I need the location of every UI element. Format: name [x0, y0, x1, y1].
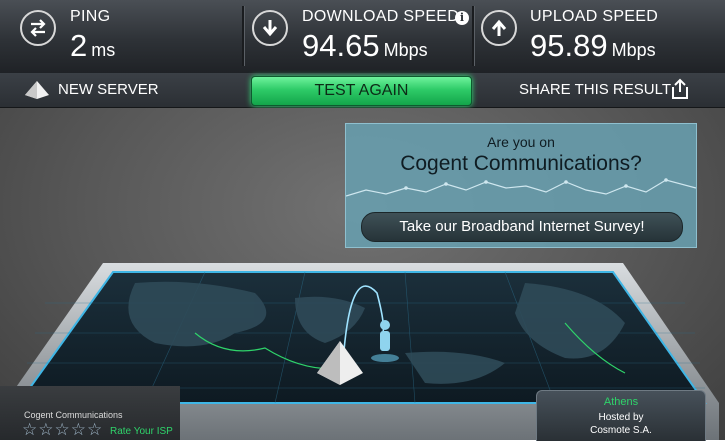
ping-value: 2 ms: [70, 28, 115, 64]
download-arrow-icon: [252, 10, 288, 46]
survey-question-line2: Cogent Communications?: [400, 152, 642, 175]
share-result-button[interactable]: SHARE THIS RESULT: [515, 78, 695, 102]
download-label: DOWNLOAD SPEED: [302, 8, 460, 25]
download-number: 94.65: [302, 28, 380, 63]
server-panel: Athens Hosted by Cosmote S.A.: [536, 390, 706, 441]
survey-button[interactable]: Take our Broadband Internet Survey!: [361, 212, 683, 242]
share-icon: [672, 78, 688, 99]
new-server-button[interactable]: NEW SERVER: [20, 78, 160, 102]
hosted-by-label: Hosted by: [598, 412, 644, 423]
divider: [242, 6, 245, 66]
rate-isp-link[interactable]: Rate Your ISP: [110, 426, 173, 437]
test-again-button[interactable]: TEST AGAIN: [251, 76, 472, 106]
upload-arrow-icon: [481, 10, 517, 46]
survey-panel: Are you on Cogent Communications? Take o…: [345, 123, 697, 248]
ping-arrows-icon: [20, 10, 56, 46]
info-icon[interactable]: i: [455, 11, 469, 25]
survey-question-line1: Are you on: [487, 134, 555, 150]
upload-value: 95.89 Mbps: [530, 28, 656, 64]
new-server-label: NEW SERVER: [58, 81, 159, 98]
ping-label: PING: [70, 8, 111, 25]
pyramid-icon: [25, 81, 49, 99]
upload-number: 95.89: [530, 28, 608, 63]
upload-label: UPLOAD SPEED: [530, 8, 659, 25]
isp-rating-stars[interactable]: ☆☆☆☆☆: [22, 420, 103, 440]
divider: [472, 6, 475, 66]
server-host: Cosmote S.A.: [590, 425, 652, 436]
results-bar: PING 2 ms DOWNLOAD SPEED i 94.65 Mbps UPLO…: [0, 0, 725, 74]
download-unit: Mbps: [383, 40, 428, 60]
survey-sparkline: [346, 178, 696, 197]
ping-number: 2: [70, 28, 88, 63]
isp-panel: Cogent Communications ☆☆☆☆☆ Rate Your IS…: [0, 386, 180, 440]
isp-name: Cogent Communications: [24, 410, 123, 420]
upload-unit: Mbps: [611, 40, 656, 60]
share-label: SHARE THIS RESULT: [519, 81, 671, 98]
server-city: Athens: [603, 396, 639, 408]
ping-unit: ms: [91, 40, 116, 60]
download-value: 94.65 Mbps: [302, 28, 428, 64]
